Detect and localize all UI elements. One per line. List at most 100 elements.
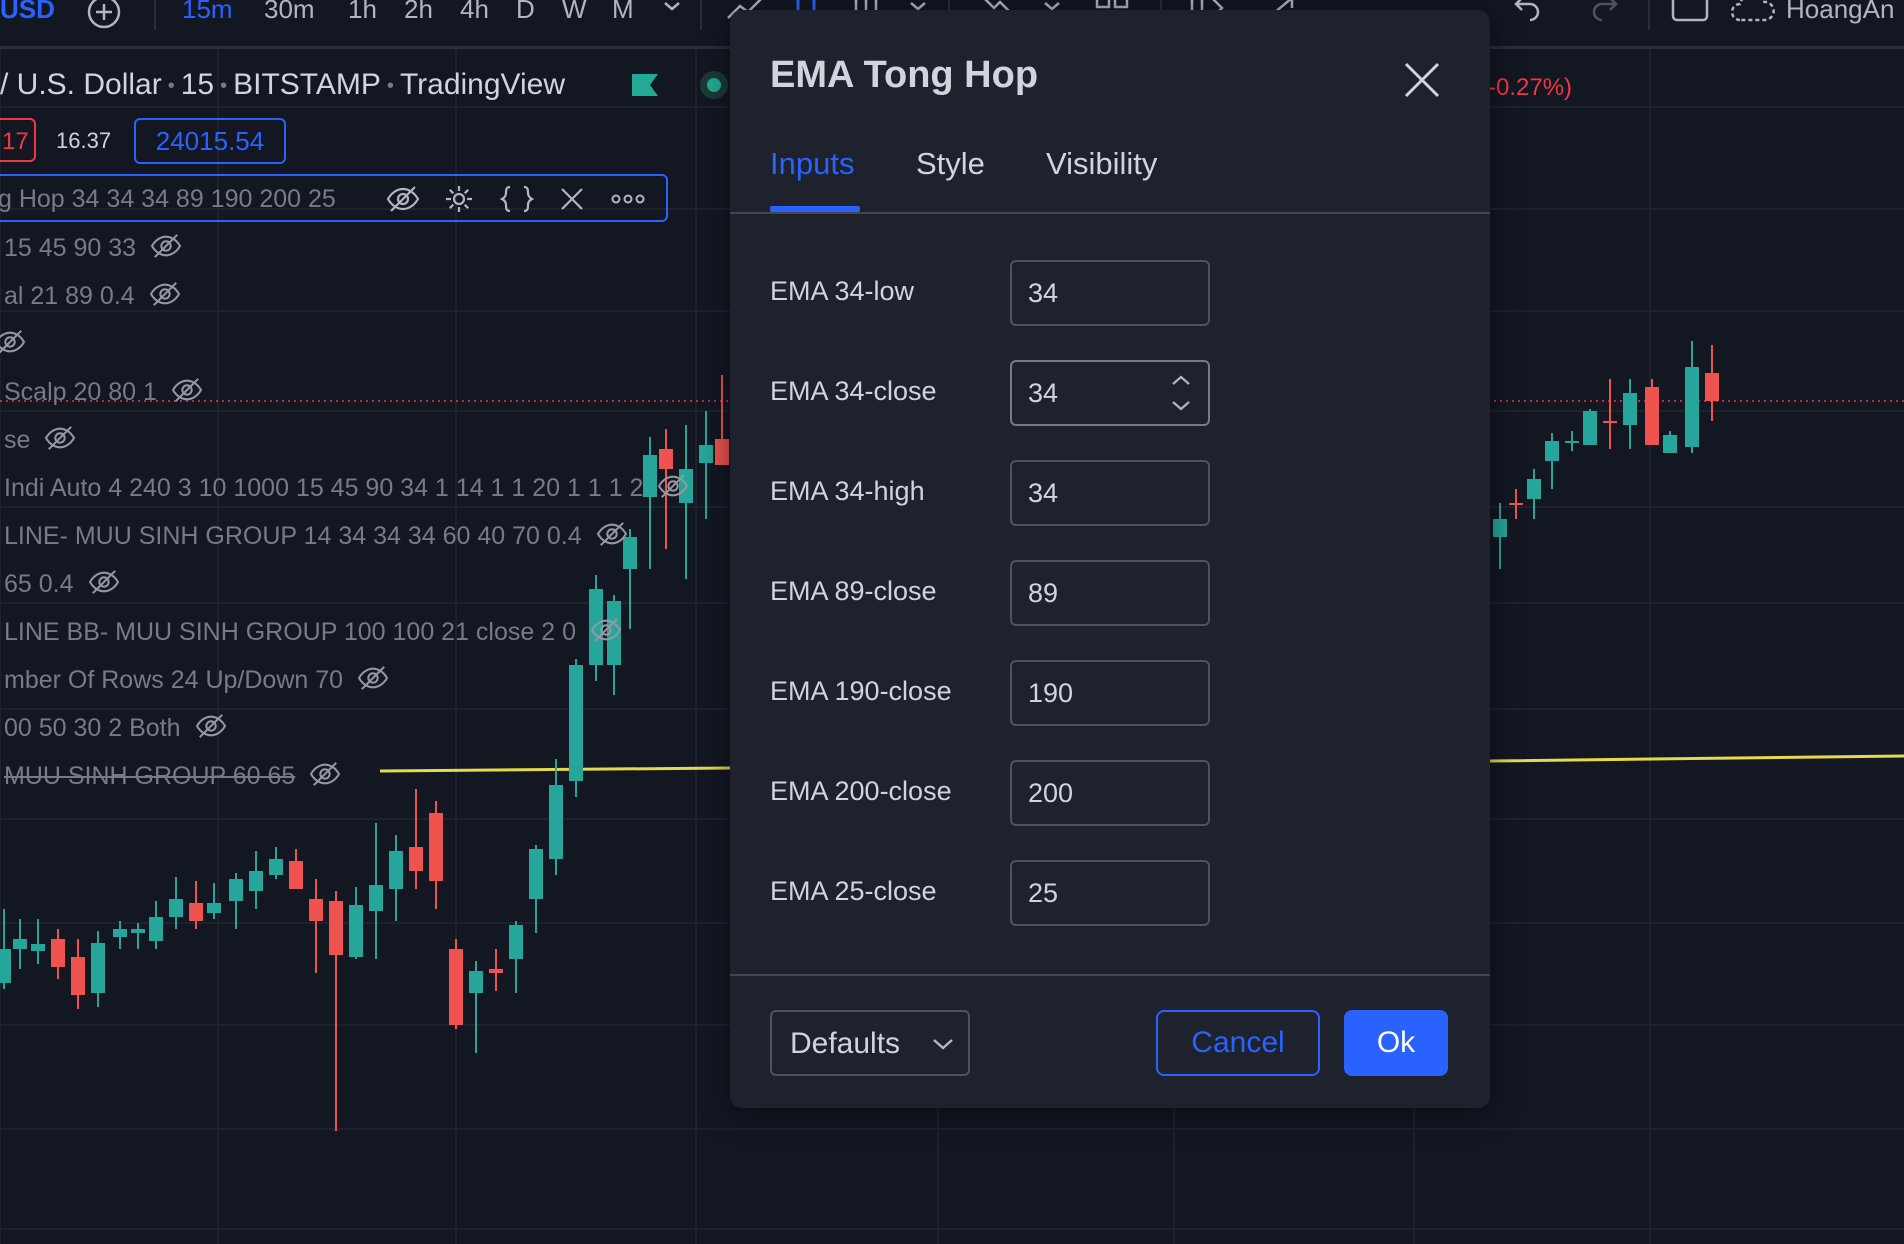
price-change-percent: -0.27%) — [1488, 74, 1573, 101]
source-code-icon[interactable] — [499, 184, 535, 219]
cloud-icon[interactable] — [1730, 0, 1776, 29]
defaults-label: Defaults — [790, 1027, 901, 1060]
input-label-ema-190-close: EMA 190-close — [770, 676, 952, 706]
tab-visibility[interactable]: Visibility — [1046, 146, 1157, 182]
input-ema-34-low[interactable] — [1010, 260, 1210, 326]
ok-button[interactable]: Ok — [1344, 1010, 1448, 1076]
input-ema-25-close[interactable] — [1010, 860, 1210, 926]
indicator-legend-line[interactable] — [0, 328, 26, 363]
close-icon[interactable] — [1402, 60, 1442, 100]
interval-2h[interactable]: 2h — [404, 0, 433, 25]
hidden-eye-icon[interactable] — [596, 520, 628, 555]
hidden-eye-icon[interactable] — [44, 424, 76, 459]
indicator-legend-line[interactable]: 15 45 90 33 — [4, 232, 182, 267]
interval-30m[interactable]: 30m — [264, 0, 315, 25]
hidden-eye-icon[interactable] — [657, 472, 689, 507]
indicator-legend-line[interactable]: MUU SINH GROUP 60 65 — [4, 760, 341, 795]
hide-eye-icon[interactable] — [386, 184, 420, 219]
close-button[interactable] — [1402, 60, 1442, 100]
candle-body — [699, 445, 713, 463]
number-stepper-icon[interactable] — [1166, 368, 1196, 418]
candle-body — [71, 957, 85, 995]
symbol-interval: 15 — [180, 68, 215, 101]
hidden-eye-icon[interactable] — [309, 760, 341, 795]
cancel-button[interactable]: Cancel — [1156, 1010, 1320, 1076]
candle-body — [113, 929, 127, 937]
candle-body — [449, 949, 463, 1025]
indicator-legend-line[interactable]: LINE- MUU SINH GROUP 14 34 34 34 60 40 7… — [4, 520, 628, 555]
input-ema-89-close[interactable] — [1010, 560, 1210, 626]
indicator-legend-label: al 21 89 0.4 — [4, 282, 135, 311]
indicator-legend-line[interactable]: al 21 89 0.4 — [4, 280, 181, 315]
redo-icon[interactable] — [1588, 0, 1620, 27]
candle-body — [1685, 367, 1699, 447]
interval-4h[interactable]: 4h — [460, 0, 489, 25]
undo-icon[interactable] — [1512, 0, 1544, 27]
indicator-legend-line[interactable]: LINE BB- MUU SINH GROUP 100 100 21 close… — [4, 616, 622, 651]
input-ema-200-close[interactable] — [1010, 760, 1210, 826]
hidden-eye-icon[interactable] — [150, 232, 182, 267]
candle-body — [369, 885, 383, 911]
candle-body — [269, 859, 283, 875]
input-label-ema-34-close: EMA 34-close — [770, 376, 937, 406]
hidden-eye-icon[interactable] — [0, 328, 26, 363]
input-label-ema-34-low: EMA 34-low — [770, 276, 915, 306]
interval-w[interactable]: W — [562, 0, 587, 25]
tab-inputs[interactable]: Inputs — [770, 146, 854, 182]
candle-body — [659, 449, 673, 469]
indicator-legend-line[interactable]: se — [4, 424, 76, 459]
indicator-legend-label: LINE- MUU SINH GROUP 14 34 34 34 60 40 7… — [4, 522, 582, 551]
symbol-button[interactable]: USD — [0, 0, 55, 25]
indicator-legend-line[interactable]: Scalp 20 80 1 — [4, 376, 203, 411]
indicator-legend-label: 65 0.4 — [4, 570, 74, 599]
indicator-legend-line[interactable]: 65 0.4 — [4, 568, 120, 603]
symbol-name[interactable]: / U.S. Dollar — [0, 68, 162, 101]
buy-price[interactable]: 24015.54 — [134, 118, 286, 164]
candle-body — [149, 917, 163, 941]
fullscreen-icon[interactable] — [1670, 0, 1710, 29]
symbol-exchange: BITSTAMP — [233, 68, 381, 101]
indicator-legend-ema-tong-hop[interactable]: g Hop 34 34 34 89 190 200 25 — [0, 174, 668, 222]
candle-body — [1603, 421, 1617, 423]
indicator-legend-line[interactable]: 00 50 30 2 Both — [4, 712, 227, 747]
interval-1h[interactable]: 1h — [348, 0, 377, 25]
chevron-down-icon[interactable] — [660, 0, 684, 23]
candle-body — [409, 847, 423, 871]
symbol-header: / U.S. Dollar • 15 • BITSTAMP • TradingView — [0, 68, 566, 101]
interval-d[interactable]: D — [516, 0, 535, 25]
candle-body — [1527, 479, 1541, 499]
indicator-legend-label: 15 45 90 33 — [4, 234, 137, 263]
flag-icon[interactable] — [632, 74, 658, 96]
hidden-eye-icon[interactable] — [357, 664, 389, 699]
toolbar-divider — [700, 0, 702, 30]
indicator-legend-label: se — [4, 426, 31, 455]
sell-price[interactable]: 17 — [0, 118, 36, 162]
hidden-eye-icon[interactable] — [195, 712, 227, 747]
settings-gear-icon[interactable] — [444, 184, 474, 219]
candle-body — [509, 925, 523, 959]
defaults-dropdown[interactable]: Defaults — [770, 1010, 970, 1076]
more-options-icon[interactable] — [610, 184, 646, 219]
toolbar-divider — [1648, 0, 1650, 30]
interval-15m[interactable]: 15m — [182, 0, 233, 25]
user-name[interactable]: HoangAn — [1786, 0, 1894, 25]
hidden-eye-icon[interactable] — [171, 376, 203, 411]
symbol-source: TradingView — [399, 68, 566, 101]
hidden-eye-icon[interactable] — [590, 616, 622, 651]
candle-body — [1645, 387, 1659, 445]
candle-body — [1663, 435, 1677, 453]
indicator-legend-line[interactable]: mber Of Rows 24 Up/Down 70 — [4, 664, 389, 699]
tab-style[interactable]: Style — [916, 146, 985, 182]
add-symbol-icon[interactable] — [86, 0, 122, 35]
candle-body — [13, 939, 27, 949]
dialog-title: EMA Tong Hop — [770, 54, 1039, 96]
hidden-eye-icon[interactable] — [149, 280, 181, 315]
interval-m[interactable]: M — [612, 0, 634, 25]
hidden-eye-icon[interactable] — [88, 568, 120, 603]
indicator-legend-line[interactable]: Indi Auto 4 240 3 10 1000 15 45 90 34 1 … — [4, 472, 689, 507]
input-ema-34-high[interactable] — [1010, 460, 1210, 526]
candle-body — [1705, 373, 1719, 401]
candle-body — [207, 903, 221, 913]
input-ema-190-close[interactable] — [1010, 660, 1210, 726]
remove-indicator-icon[interactable] — [558, 184, 586, 219]
